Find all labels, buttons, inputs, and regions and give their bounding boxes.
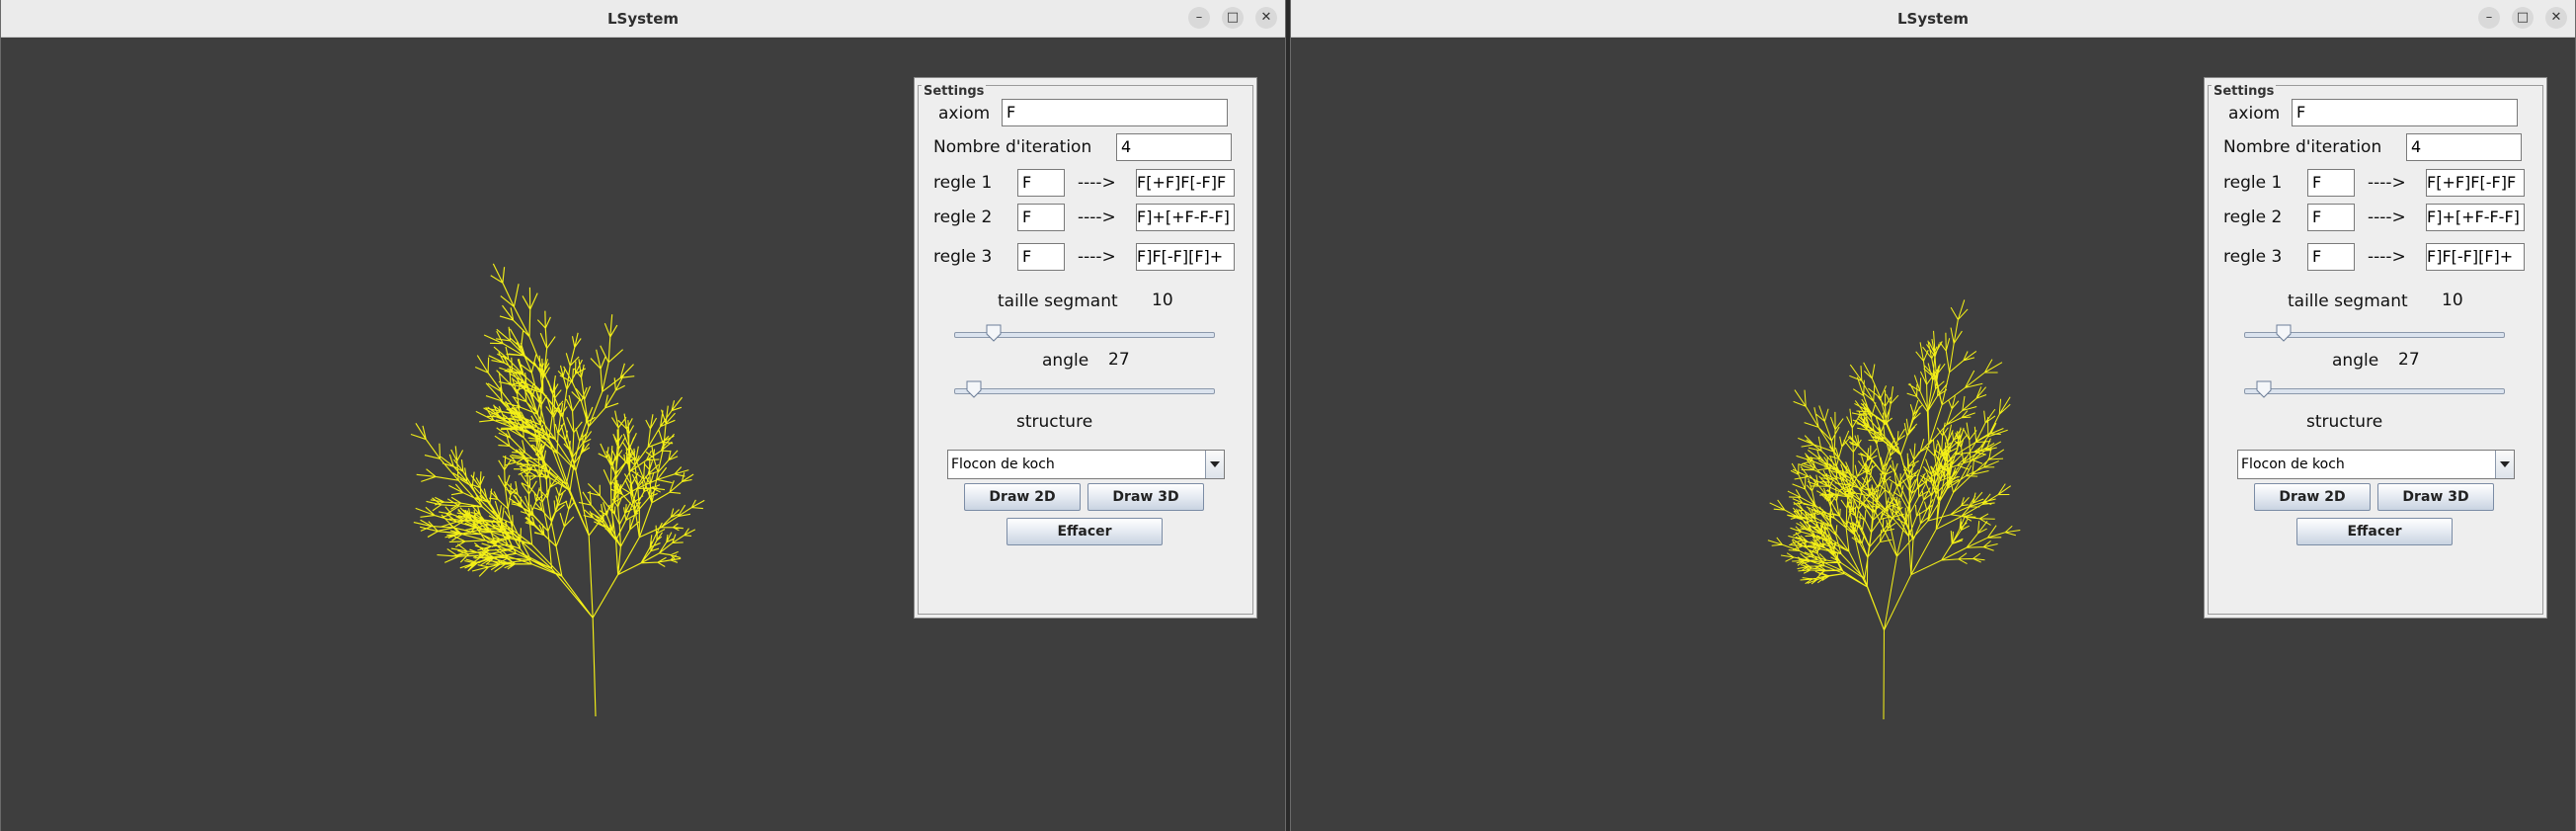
- axiom-label: axiom: [938, 104, 991, 124]
- rule-1-from-input[interactable]: F: [1017, 169, 1065, 197]
- lsystem-plant-drawing: [410, 263, 705, 717]
- rule-2-to-input[interactable]: F]+[+F-F-F]: [2426, 204, 2525, 231]
- angle-value: 27: [2398, 350, 2420, 370]
- rule-1-arrow: ---->: [1078, 173, 1116, 193]
- slider-thumb[interactable]: [2256, 380, 2272, 398]
- segment-size-value: 10: [1152, 291, 1173, 310]
- structure-dropdown[interactable]: Flocon de koch: [2237, 450, 2515, 479]
- plant-branches: [1767, 299, 2021, 720]
- segment-size-label: taille segmant: [998, 291, 1118, 311]
- lsystem-plant-drawing: [1767, 299, 2021, 720]
- iterations-input[interactable]: 4: [2406, 133, 2522, 161]
- rule-1-label: regle 1: [933, 173, 993, 193]
- slider-track: [2244, 388, 2505, 394]
- title-bar[interactable]: LSystem – □ ✕: [1, 0, 1285, 38]
- segment-size-label: taille segmant: [2288, 291, 2408, 311]
- structure-selected-value: Flocon de koch: [951, 457, 1055, 472]
- minimize-button[interactable]: –: [1188, 7, 1210, 29]
- window-title: LSystem: [606, 10, 680, 28]
- axiom-input[interactable]: F: [2292, 99, 2518, 126]
- iterations-input[interactable]: 4: [1116, 133, 1232, 161]
- maximize-button[interactable]: □: [1222, 7, 1244, 29]
- rule-3-from-input[interactable]: F: [1017, 243, 1065, 271]
- rule-2-from-input[interactable]: F: [2307, 204, 2355, 231]
- plant-branches: [410, 263, 705, 717]
- close-button[interactable]: ✕: [1255, 7, 1277, 29]
- rule-3-arrow: ---->: [1078, 247, 1116, 267]
- rule-2-arrow: ---->: [2368, 208, 2406, 227]
- angle-label: angle: [1042, 351, 1089, 371]
- rule-1-from-input[interactable]: F: [2307, 169, 2355, 197]
- axiom-input[interactable]: F: [1002, 99, 1228, 126]
- rule-3-to-input[interactable]: +F]F[-F][F]: [2426, 243, 2525, 271]
- rule-2-to-input[interactable]: F]+[+F-F-F]: [1136, 204, 1235, 231]
- iterations-label: Nombre d'iteration: [933, 137, 1092, 157]
- slider-track: [954, 388, 1215, 394]
- settings-panel: Settings axiom F Nombre d'iteration 4 re…: [2204, 77, 2547, 619]
- draw-3d-button[interactable]: Draw 3D: [2377, 483, 2494, 511]
- structure-label: structure: [2306, 412, 2383, 432]
- structure-label: structure: [1016, 412, 1093, 432]
- segment-size-value: 10: [2442, 291, 2463, 310]
- slider-thumb[interactable]: [986, 324, 1002, 342]
- angle-slider[interactable]: [954, 380, 1215, 400]
- draw-2d-button[interactable]: Draw 2D: [964, 483, 1081, 511]
- draw-2d-button[interactable]: Draw 2D: [2254, 483, 2371, 511]
- chevron-down-icon: [1210, 461, 1220, 467]
- rule-3-label: regle 3: [2223, 247, 2283, 267]
- rule-3-label: regle 3: [933, 247, 993, 267]
- maximize-button[interactable]: □: [2512, 7, 2534, 29]
- rule-1-to-input[interactable]: F[+F]F[-F]F: [2426, 169, 2525, 197]
- lsystem-window-left: LSystem – □ ✕ Settings axiom F Nombre d'…: [0, 0, 1286, 831]
- angle-slider[interactable]: [2244, 380, 2505, 400]
- slider-thumb[interactable]: [2276, 324, 2292, 342]
- angle-label: angle: [2332, 351, 2379, 371]
- rule-1-arrow: ---->: [2368, 173, 2406, 193]
- dropdown-arrow-button[interactable]: [2495, 451, 2514, 478]
- structure-selected-value: Flocon de koch: [2241, 457, 2345, 472]
- segment-size-slider[interactable]: [954, 324, 1215, 344]
- window-title: LSystem: [1896, 10, 1970, 28]
- dropdown-arrow-button[interactable]: [1205, 451, 1224, 478]
- rule-3-arrow: ---->: [2368, 247, 2406, 267]
- chevron-down-icon: [2500, 461, 2510, 467]
- rule-1-label: regle 1: [2223, 173, 2283, 193]
- rule-2-label: regle 2: [2223, 208, 2283, 227]
- rule-2-arrow: ---->: [1078, 208, 1116, 227]
- rule-2-from-input[interactable]: F: [1017, 204, 1065, 231]
- rule-2-label: regle 2: [933, 208, 993, 227]
- settings-panel: Settings axiom F Nombre d'iteration 4 re…: [914, 77, 1257, 619]
- rule-3-to-input[interactable]: +F]F[-F][F]: [1136, 243, 1235, 271]
- clear-button[interactable]: Effacer: [2296, 518, 2453, 545]
- clear-button[interactable]: Effacer: [1006, 518, 1163, 545]
- slider-thumb[interactable]: [966, 380, 982, 398]
- title-bar[interactable]: LSystem – □ ✕: [1291, 0, 2575, 38]
- iterations-label: Nombre d'iteration: [2223, 137, 2382, 157]
- structure-dropdown[interactable]: Flocon de koch: [947, 450, 1225, 479]
- settings-legend: Settings: [922, 84, 987, 99]
- minimize-button[interactable]: –: [2478, 7, 2500, 29]
- settings-legend: Settings: [2212, 84, 2277, 99]
- axiom-label: axiom: [2228, 104, 2281, 124]
- rule-1-to-input[interactable]: F[+F]F[-F]F: [1136, 169, 1235, 197]
- segment-size-slider[interactable]: [2244, 324, 2505, 344]
- angle-value: 27: [1108, 350, 1130, 370]
- rule-3-from-input[interactable]: F: [2307, 243, 2355, 271]
- lsystem-window-right: LSystem – □ ✕ Settings axiom F Nombre d'…: [1290, 0, 2576, 831]
- close-button[interactable]: ✕: [2545, 7, 2567, 29]
- draw-3d-button[interactable]: Draw 3D: [1087, 483, 1204, 511]
